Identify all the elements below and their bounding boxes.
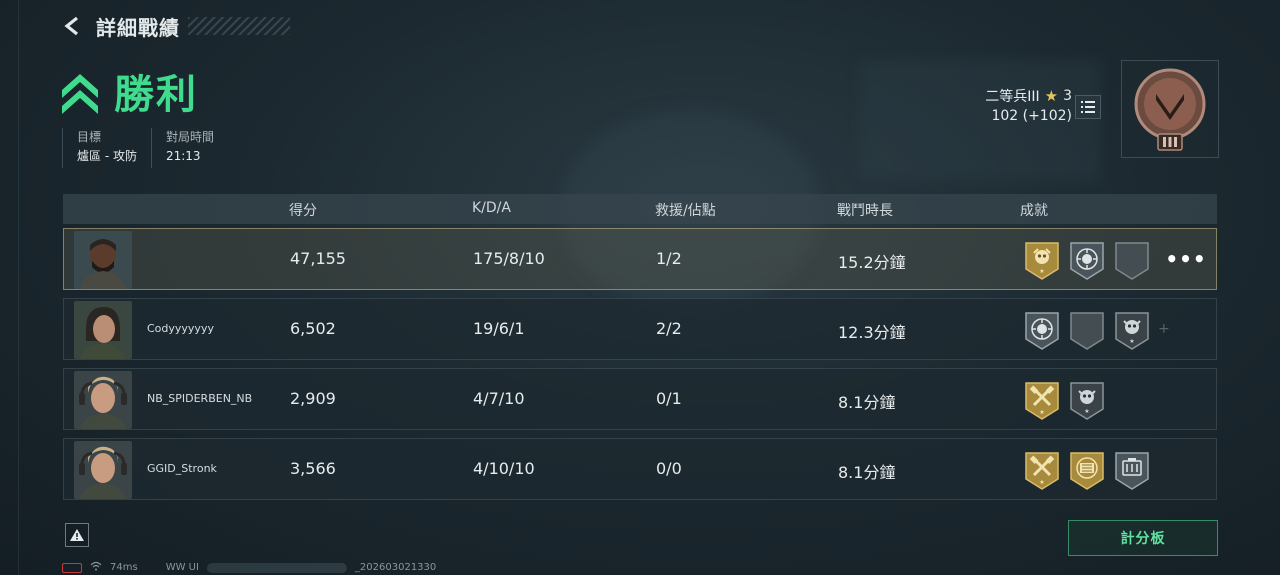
avatar (74, 371, 132, 429)
gold-skull-badge-icon[interactable]: ★ (1024, 241, 1060, 281)
rank-badge (1121, 60, 1219, 158)
battery-icon (62, 562, 82, 573)
crate-badge-icon[interactable] (1114, 451, 1150, 491)
build-prefix: WW UI (165, 562, 199, 573)
score-cell: 2,909 (290, 389, 336, 408)
duration-cell: 12.3分鐘 (838, 323, 906, 342)
skull-target-badge-icon[interactable] (1024, 311, 1060, 351)
table-row[interactable]: NB_SPIDERBEN_NB 2,909 4/7/10 0/1 8.1分鐘 ★… (63, 368, 1217, 430)
rank-stars: 3 (1063, 88, 1072, 104)
rank-medal-icon (1134, 68, 1206, 151)
title-decoration (188, 17, 290, 35)
avatar (74, 231, 132, 289)
svg-text:★: ★ (1039, 479, 1044, 486)
rescue-cell: 0/1 (656, 389, 682, 408)
duration-cell: 8.1分鐘 (838, 393, 896, 412)
score-cell: 6,502 (290, 319, 336, 338)
empty-badge-icon[interactable] (1069, 311, 1105, 351)
gold-crate-badge-icon[interactable] (1069, 451, 1105, 491)
player-name: GGID_Stronk (147, 462, 217, 475)
score-cell: 47,155 (290, 249, 346, 268)
stats-table: 得分 K/D/A 救援/佔點 戰鬥時長 成就 (63, 194, 1217, 224)
match-result: 勝利 (60, 62, 198, 120)
avatar (74, 301, 132, 359)
redacted-build-segment (206, 562, 347, 573)
more-options-button[interactable]: ••• (1165, 245, 1205, 273)
objective-value: 爐區 - 攻防 (77, 149, 137, 163)
skull-target-badge-icon[interactable] (1069, 241, 1105, 281)
svg-text:★: ★ (1039, 268, 1044, 275)
scoreboard-button[interactable]: 計分板 (1068, 520, 1218, 556)
kda-cell: 4/10/10 (473, 459, 535, 478)
player-name: NB_SPIDERBEN_NB (147, 392, 253, 405)
svg-text:★: ★ (1084, 408, 1089, 415)
match-meta: 目標 爐區 - 攻防 對局時間 21:13 (62, 128, 228, 168)
rank-points: 102 (+102) (991, 108, 1072, 124)
page-title: 詳細戰績 (96, 15, 180, 40)
table-row[interactable]: GGID_Stronk 3,566 4/10/10 0/0 8.1分鐘 ★ (63, 438, 1217, 500)
header-achievements: 成就 (1020, 203, 1048, 219)
match-time-value: 21:13 (165, 149, 201, 163)
top-bar: 詳細戰績 (60, 12, 180, 40)
rescue-cell: 0/0 (656, 459, 682, 478)
rank-name: 二等兵III (985, 89, 1040, 105)
rescue-cell: 1/2 (656, 249, 682, 268)
header-score: 得分 (289, 203, 317, 219)
plus-mark: + (1158, 321, 1170, 337)
dark-skull-badge-icon[interactable]: ★ (1069, 381, 1105, 421)
status-bar: 74ms WW UI _202603021330 (62, 561, 436, 574)
duration-cell: 8.1分鐘 (838, 463, 896, 482)
header-rescue: 救援/佔點 (655, 203, 716, 219)
star-icon: ★ (1044, 87, 1059, 105)
build-suffix: _202603021330 (354, 562, 437, 573)
svg-text:★: ★ (1129, 338, 1134, 345)
kda-cell: 4/7/10 (473, 389, 525, 408)
warning-icon (70, 529, 84, 541)
back-arrow-icon[interactable] (60, 13, 86, 39)
match-time-label: 對局時間 (165, 130, 214, 144)
ping-value: 74ms (110, 562, 138, 573)
rescue-cell: 2/2 (656, 319, 682, 338)
duration-cell: 15.2分鐘 (838, 253, 906, 272)
rank-info: 二等兵III ★ 3 102 (+102) (985, 86, 1072, 124)
dark-skull-badge-icon[interactable]: ★ (1114, 311, 1150, 351)
match-time-block: 對局時間 21:13 (150, 128, 228, 168)
victory-chevron-icon (62, 74, 98, 114)
table-row[interactable]: Codyyyyyyy 6,502 19/6/1 2/2 12.3分鐘 ★ + (63, 298, 1217, 360)
gold-hammer-badge-icon[interactable]: ★ (1024, 451, 1060, 491)
wifi-icon (90, 561, 102, 574)
objective-label: 目標 (77, 130, 102, 144)
kda-cell: 175/8/10 (473, 249, 545, 268)
svg-text:★: ★ (1039, 409, 1044, 416)
list-icon[interactable] (1075, 95, 1101, 119)
header-duration: 戰鬥時長 (837, 203, 893, 219)
result-label: 勝利 (114, 72, 198, 118)
kda-cell: 19/6/1 (473, 319, 525, 338)
header-kda: K/D/A (472, 200, 511, 216)
avatar (74, 441, 132, 499)
table-row-self[interactable]: 47,155 175/8/10 1/2 15.2分鐘 ★ ••• (63, 228, 1217, 290)
score-cell: 3,566 (290, 459, 336, 478)
table-header: 得分 K/D/A 救援/佔點 戰鬥時長 成就 (63, 194, 1217, 224)
player-name: Codyyyyyyy (147, 322, 214, 335)
gold-hammer-badge-icon[interactable]: ★ (1024, 381, 1060, 421)
empty-badge-icon[interactable] (1114, 241, 1150, 281)
objective-block: 目標 爐區 - 攻防 (62, 128, 151, 168)
report-button[interactable] (65, 523, 89, 547)
